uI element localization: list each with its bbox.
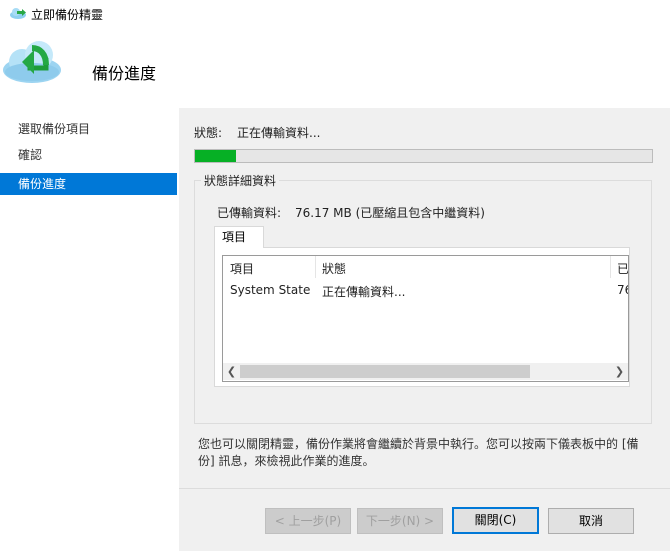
backup-cloud-icon bbox=[9, 7, 27, 19]
column-header-transferred[interactable]: 已 bbox=[617, 260, 628, 277]
wizard-steps-sidebar: 選取備份項目 確認 備份進度 bbox=[0, 108, 177, 551]
scroll-left-icon[interactable]: ❮ bbox=[223, 363, 240, 380]
progress-fill bbox=[195, 150, 236, 162]
info-message: 您也可以關閉精靈，備份作業將會繼續於背景中執行。您可以按兩下儀表板中的 [備份]… bbox=[198, 437, 639, 468]
close-button[interactable]: 關閉(C) bbox=[452, 507, 539, 534]
scrollbar-thumb[interactable] bbox=[240, 365, 530, 378]
sidebar-item-confirm[interactable]: 確認 bbox=[0, 144, 177, 166]
column-header-status[interactable]: 狀態 bbox=[322, 260, 346, 277]
horizontal-scrollbar[interactable]: ❮ ❯ bbox=[223, 363, 628, 380]
sidebar-item-progress[interactable]: 備份進度 bbox=[0, 173, 177, 195]
scroll-right-icon[interactable]: ❯ bbox=[611, 363, 628, 380]
status-details-legend: 狀態詳細資料 bbox=[201, 172, 280, 189]
status-value: 正在傳輸資料... bbox=[237, 126, 321, 140]
progress-bar bbox=[194, 149, 653, 163]
transferred-data-label: 已傳輸資料: bbox=[217, 206, 282, 220]
previous-button[interactable]: < 上一步(P) bbox=[265, 508, 351, 534]
page-title: 備份進度 bbox=[92, 64, 157, 83]
tab-items[interactable]: 項目 bbox=[214, 226, 264, 248]
transferred-data-value: 76.17 MB (已壓縮且包含中繼資料) bbox=[295, 206, 485, 220]
cancel-button[interactable]: 取消 bbox=[548, 508, 634, 534]
status-label: 狀態: bbox=[194, 126, 223, 140]
column-header-item[interactable]: 項目 bbox=[230, 260, 254, 277]
window-title: 立即備份精靈 bbox=[31, 8, 104, 22]
row-item-name[interactable]: System State bbox=[230, 283, 310, 297]
column-divider[interactable] bbox=[315, 256, 316, 278]
backup-cloud-arrow-icon bbox=[2, 38, 68, 86]
row-item-status: 正在傳輸資料... bbox=[322, 285, 406, 299]
sidebar-item-select-items[interactable]: 選取備份項目 bbox=[0, 118, 177, 140]
column-divider[interactable] bbox=[610, 256, 611, 278]
next-button[interactable]: 下一步(N) > bbox=[357, 508, 443, 534]
row-item-transferred: 76 bbox=[617, 283, 628, 297]
